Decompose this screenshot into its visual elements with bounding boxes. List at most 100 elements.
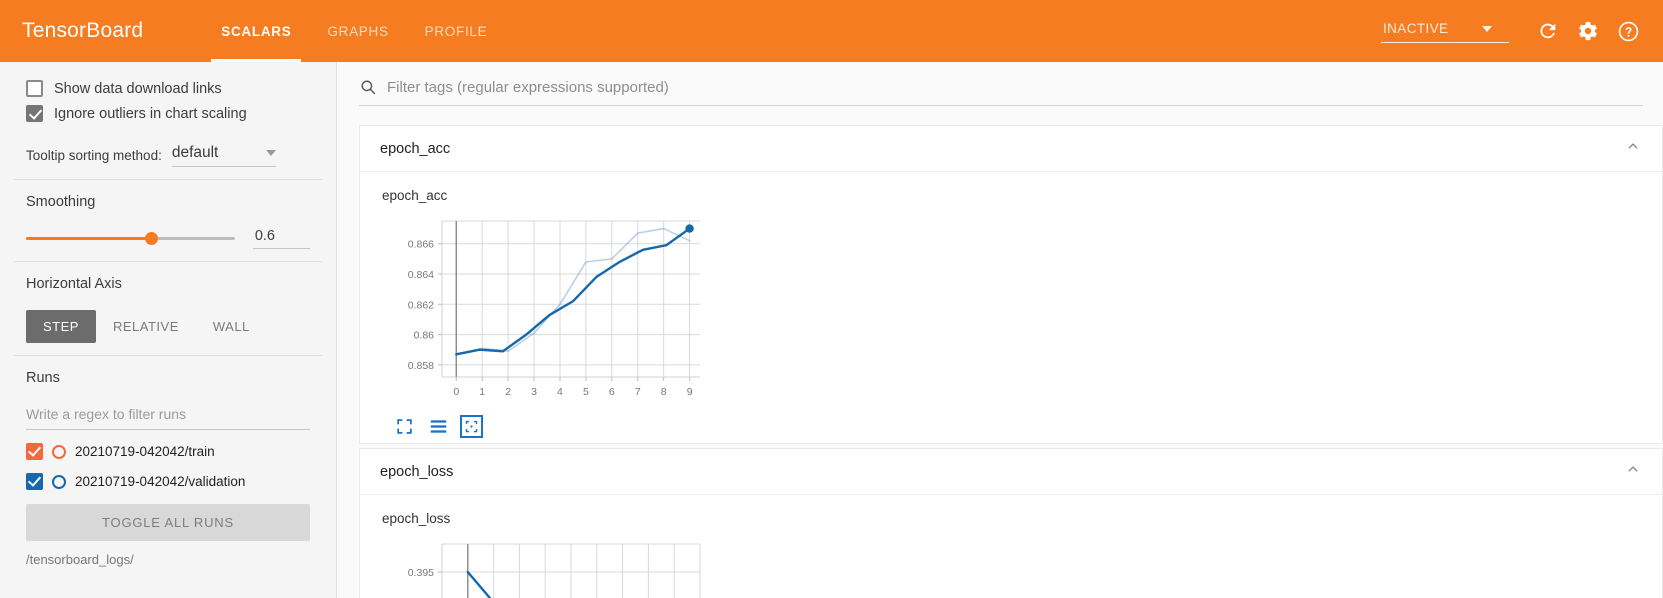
smoothing-title: Smoothing	[26, 194, 96, 210]
run-status-selector[interactable]: INACTIVE	[1381, 19, 1509, 43]
settings-button[interactable]	[1571, 14, 1605, 48]
runs-title: Runs	[26, 370, 60, 386]
svg-text:5: 5	[583, 386, 589, 398]
card-title-epoch-acc: epoch_acc	[380, 140, 451, 157]
chevron-up-icon[interactable]	[1624, 460, 1642, 483]
tab-scalars[interactable]: SCALARS	[203, 0, 309, 62]
tag-filter-bar	[337, 62, 1663, 106]
chart-title-epoch-loss: epoch_loss	[382, 511, 451, 526]
search-icon	[361, 80, 376, 95]
chart-epoch-loss[interactable]: 0.395	[382, 532, 1662, 598]
ignore-outliers-checkbox[interactable]	[26, 105, 43, 122]
app-body: Show data download links Ignore outliers…	[0, 62, 1663, 598]
axis-option-wall[interactable]: WALL	[196, 310, 267, 343]
ignore-outliers-label: Ignore outliers in chart scaling	[54, 105, 247, 122]
svg-text:0.866: 0.866	[408, 239, 434, 251]
tooltip-sorting-label: Tooltip sorting method:	[26, 148, 162, 163]
svg-text:4: 4	[557, 386, 563, 398]
nav-tabs: SCALARS GRAPHS PROFILE	[203, 0, 505, 62]
ignore-outliers-row[interactable]: Ignore outliers in chart scaling	[26, 105, 310, 122]
chart-epoch-acc[interactable]: 0.858 0.86 0.862 0.864 0.866 0 1 2 3 4 5 6 7 8 9	[382, 209, 1662, 414]
card-header-epoch-acc[interactable]: epoch_acc	[360, 126, 1662, 172]
run-checkbox-validation[interactable]	[26, 473, 43, 490]
svg-text:6: 6	[609, 386, 615, 398]
card-title-epoch-loss: epoch_loss	[380, 463, 454, 480]
svg-text:8: 8	[661, 386, 667, 398]
main-content: epoch_acc epoch_acc 0.858 0.86 0.862 0.864 0…	[337, 62, 1663, 598]
smoothing-row: 0.6	[26, 228, 310, 249]
tab-graphs-label: GRAPHS	[327, 23, 389, 39]
chart-toolbar-epoch-acc	[396, 415, 1662, 438]
run-color-dot-train	[52, 444, 66, 459]
smoothing-slider[interactable]	[26, 230, 235, 248]
svg-text:0.862: 0.862	[408, 299, 434, 311]
run-status-value: INACTIVE	[1383, 21, 1449, 36]
show-download-links-checkbox[interactable]	[26, 80, 43, 97]
tab-profile[interactable]: PROFILE	[407, 0, 506, 62]
tag-filter-input[interactable]	[387, 78, 1643, 96]
slider-fill	[26, 237, 152, 240]
svg-text:9: 9	[687, 386, 693, 398]
card-body-epoch-loss: epoch_loss 0.395	[360, 495, 1662, 598]
chart-svg-epoch-acc: 0.858 0.86 0.862 0.864 0.866 0 1 2 3 4 5 6 7 8 9	[408, 220, 700, 398]
tooltip-sorting-select[interactable]: default	[171, 144, 276, 167]
chevron-down-icon	[265, 150, 276, 156]
top-bar-actions: INACTIVE	[1381, 14, 1645, 48]
card-epoch-acc: epoch_acc epoch_acc 0.858 0.86 0.862 0.864 0…	[359, 125, 1663, 444]
fit-domain-icon[interactable]	[460, 415, 483, 438]
axis-option-step[interactable]: STEP	[26, 310, 96, 343]
logdir-path: /tensorboard_logs/	[26, 552, 134, 567]
svg-text:0.86: 0.86	[414, 330, 435, 342]
svg-text:1: 1	[479, 386, 485, 398]
app-brand: TensorBoard	[22, 19, 144, 42]
tooltip-sorting-row: Tooltip sorting method: default	[26, 144, 310, 167]
svg-text:0: 0	[453, 386, 459, 398]
help-button[interactable]	[1611, 14, 1645, 48]
axis-option-relative[interactable]: RELATIVE	[96, 310, 196, 343]
data-table-icon[interactable]	[429, 418, 448, 435]
run-name-validation: 20210719-042042/validation	[75, 474, 246, 489]
scalar-cards: epoch_acc epoch_acc 0.858 0.86 0.862 0.864 0…	[337, 106, 1663, 598]
show-download-links-row[interactable]: Show data download links	[26, 80, 310, 97]
chevron-up-icon[interactable]	[1624, 137, 1642, 160]
refresh-button[interactable]	[1531, 14, 1565, 48]
chart-svg-epoch-loss: 0.395	[408, 543, 701, 598]
runs-filter-input[interactable]	[26, 404, 310, 430]
display-options-section: Show data download links Ignore outliers…	[0, 62, 336, 179]
help-icon	[1618, 21, 1638, 41]
toggle-all-runs-button[interactable]: TOGGLE ALL RUNS	[26, 504, 310, 541]
svg-text:3: 3	[531, 386, 537, 398]
run-checkbox-train[interactable]	[26, 443, 43, 460]
run-item-train[interactable]: 20210719-042042/train	[26, 443, 310, 460]
tab-scalars-label: SCALARS	[221, 23, 292, 39]
smoothing-section: Smoothing 0.6	[0, 180, 336, 261]
chevron-down-icon	[1482, 25, 1493, 32]
gear-icon	[1579, 21, 1597, 41]
top-app-bar: TensorBoard SCALARS GRAPHS PROFILE INACT…	[0, 0, 1663, 62]
settings-sidebar: Show data download links Ignore outliers…	[0, 62, 337, 598]
tooltip-sorting-value: default	[171, 144, 219, 161]
card-epoch-loss: epoch_loss epoch_loss 0.395	[359, 448, 1663, 598]
horizontal-axis-buttons: STEP RELATIVE WALL	[26, 310, 310, 343]
tab-graphs[interactable]: GRAPHS	[309, 0, 406, 62]
run-color-dot-validation	[52, 474, 66, 489]
horizontal-axis-section: Horizontal Axis STEP RELATIVE WALL	[0, 262, 336, 355]
svg-text:7: 7	[635, 386, 641, 398]
show-download-links-label: Show data download links	[54, 80, 222, 97]
card-body-epoch-acc: epoch_acc 0.858 0.86 0.862 0.864 0.866 0 1 2 3 4 5…	[360, 172, 1662, 443]
slider-knob[interactable]	[144, 232, 158, 245]
smoothing-value[interactable]: 0.6	[252, 228, 310, 249]
tag-filter-inner	[359, 78, 1643, 106]
expand-chart-icon[interactable]	[396, 418, 413, 435]
refresh-icon	[1540, 23, 1556, 39]
chart-title-epoch-acc: epoch_acc	[382, 188, 448, 203]
tab-profile-label: PROFILE	[424, 23, 488, 39]
run-name-train: 20210719-042042/train	[75, 444, 215, 459]
run-item-validation[interactable]: 20210719-042042/validation	[26, 473, 310, 490]
runs-section: Runs 20210719-042042/train 20210719-0420…	[0, 356, 336, 579]
card-header-epoch-loss[interactable]: epoch_loss	[360, 449, 1662, 495]
svg-text:0.858: 0.858	[408, 360, 434, 372]
horizontal-axis-title: Horizontal Axis	[26, 276, 122, 292]
svg-text:0.864: 0.864	[408, 269, 434, 281]
svg-text:0.395: 0.395	[408, 567, 434, 579]
